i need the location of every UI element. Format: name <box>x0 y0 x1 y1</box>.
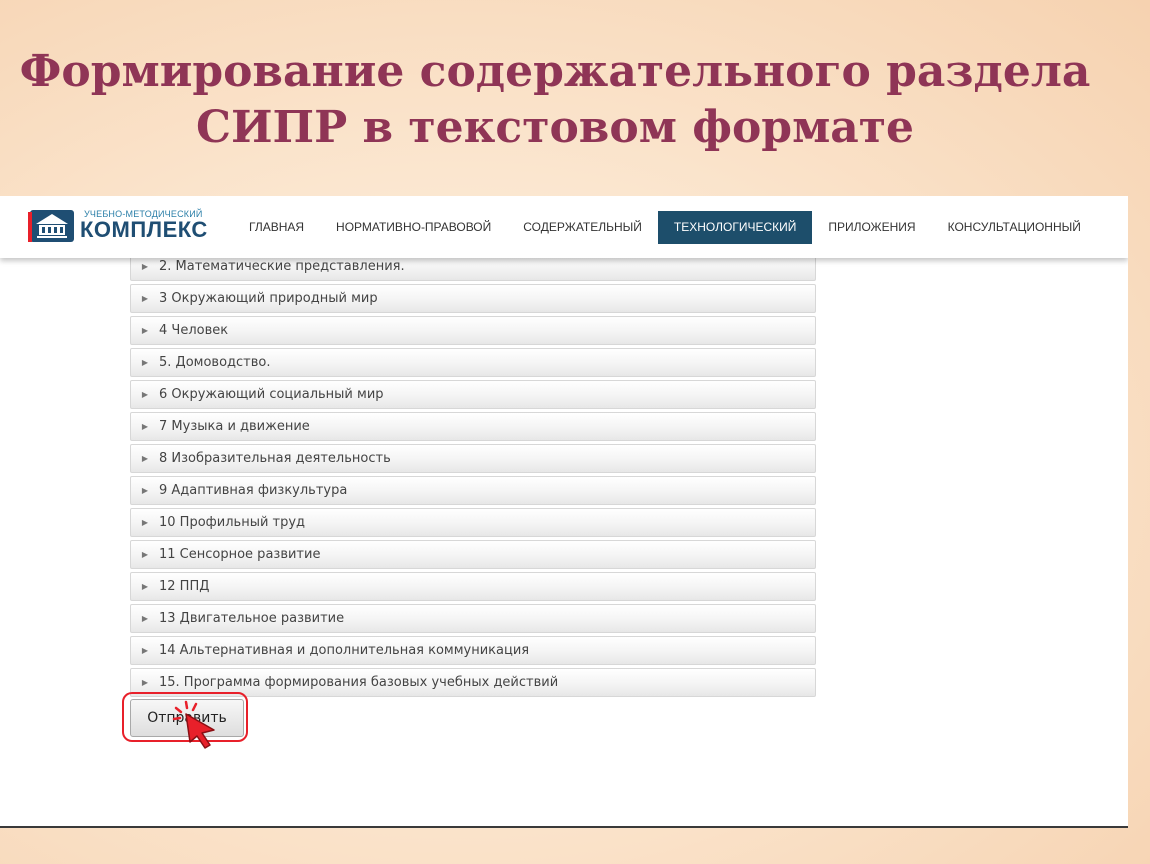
accordion-item-label: 13 Двигательное развитие <box>159 611 345 626</box>
site-logo[interactable]: УЧЕБНО-МЕТОДИЧЕСКИЙ КОМПЛЕКС <box>28 206 218 246</box>
nav-item-normative[interactable]: НОРМАТИВНО-ПРАВОВОЙ <box>320 211 507 244</box>
triangle-right-icon: ▶ <box>141 582 149 591</box>
accordion-item-label: 8 Изобразительная деятельность <box>159 451 391 466</box>
nav-item-appendices[interactable]: ПРИЛОЖЕНИЯ <box>812 211 931 244</box>
accordion-item[interactable]: ▶ 6 Окружающий социальный мир <box>130 380 816 409</box>
accordion-item[interactable]: ▶ 4 Человек <box>130 316 816 345</box>
accordion-item[interactable]: ▶ 8 Изобразительная деятельность <box>130 444 816 473</box>
main-menu: ГЛАВНАЯ НОРМАТИВНО-ПРАВОВОЙ СОДЕРЖАТЕЛЬН… <box>233 211 1097 244</box>
triangle-right-icon: ▶ <box>141 614 149 623</box>
logo-title: КОМПЛЕКС <box>80 217 208 242</box>
nav-item-content[interactable]: СОДЕРЖАТЕЛЬНЫЙ <box>507 211 658 244</box>
accordion-item-label: 12 ППД <box>159 579 210 594</box>
accordion-item[interactable]: ▶ 7 Музыка и движение <box>130 412 816 441</box>
accordion-item-label: 15. Программа формирования базовых учебн… <box>159 675 559 690</box>
triangle-right-icon: ▶ <box>141 454 149 463</box>
nav-item-consulting[interactable]: КОНСУЛЬТАЦИОННЫЙ <box>932 211 1097 244</box>
triangle-right-icon: ▶ <box>141 390 149 399</box>
accordion-item-label: 3 Окружающий природный мир <box>159 291 378 306</box>
accordion-item[interactable]: ▶ 12 ППД <box>130 572 816 601</box>
accordion-item[interactable]: ▶ 13 Двигательное развитие <box>130 604 816 633</box>
accordion-item-label: 14 Альтернативная и дополнительная комму… <box>159 643 530 658</box>
triangle-right-icon: ▶ <box>141 486 149 495</box>
slide-title: Формирование содержательного раздела СИП… <box>0 44 1110 156</box>
slide-bottom-divider <box>0 826 1128 828</box>
triangle-right-icon: ▶ <box>141 294 149 303</box>
accordion-item-label: 2. Математические представления. <box>159 259 405 274</box>
accordion-item-label: 10 Профильный труд <box>159 515 306 530</box>
accordion-item-label: 9 Адаптивная физкультура <box>159 483 348 498</box>
hand-pointer-icon <box>172 700 215 749</box>
triangle-right-icon: ▶ <box>141 678 149 687</box>
accordion-item[interactable]: ▶ 14 Альтернативная и дополнительная комм… <box>130 636 816 665</box>
triangle-right-icon: ▶ <box>141 262 149 271</box>
site-screenshot: УЧЕБНО-МЕТОДИЧЕСКИЙ КОМПЛЕКС ГЛАВНАЯ НОР… <box>0 196 1128 828</box>
accordion-item-label: 4 Человек <box>159 323 229 338</box>
triangle-right-icon: ▶ <box>141 326 149 335</box>
triangle-right-icon: ▶ <box>141 358 149 367</box>
school-building-icon <box>28 210 74 242</box>
accordion-item[interactable]: ▶ 10 Профильный труд <box>130 508 816 537</box>
accordion-item[interactable]: ▶ 9 Адаптивная физкультура <box>130 476 816 505</box>
nav-item-main[interactable]: ГЛАВНАЯ <box>233 211 320 244</box>
triangle-right-icon: ▶ <box>141 422 149 431</box>
slide-title-line2: СИПР в текстовом формате <box>195 102 915 153</box>
site-navbar: УЧЕБНО-МЕТОДИЧЕСКИЙ КОМПЛЕКС ГЛАВНАЯ НОР… <box>0 196 1128 258</box>
accordion-item-label: 6 Окружающий социальный мир <box>159 387 384 402</box>
accordion-item-label: 11 Сенсорное развитие <box>159 547 321 562</box>
nav-item-technological[interactable]: ТЕХНОЛОГИЧЕСКИЙ <box>657 211 813 244</box>
accordion-item-label: 7 Музыка и движение <box>159 419 310 434</box>
triangle-right-icon: ▶ <box>141 550 149 559</box>
triangle-right-icon: ▶ <box>141 518 149 527</box>
triangle-right-icon: ▶ <box>141 646 149 655</box>
accordion-item-label: 5. Домоводство. <box>159 355 271 370</box>
accordion-item[interactable]: ▶ 5. Домоводство. <box>130 348 816 377</box>
accordion-item[interactable]: ▶ 3 Окружающий природный мир <box>130 284 816 313</box>
accordion-item[interactable]: ▶ 11 Сенсорное развитие <box>130 540 816 569</box>
slide-title-line1: Формирование содержательного раздела <box>19 46 1091 97</box>
subject-accordion: ▶ 2. Математические представления. ▶ 3 Окр… <box>130 252 816 700</box>
